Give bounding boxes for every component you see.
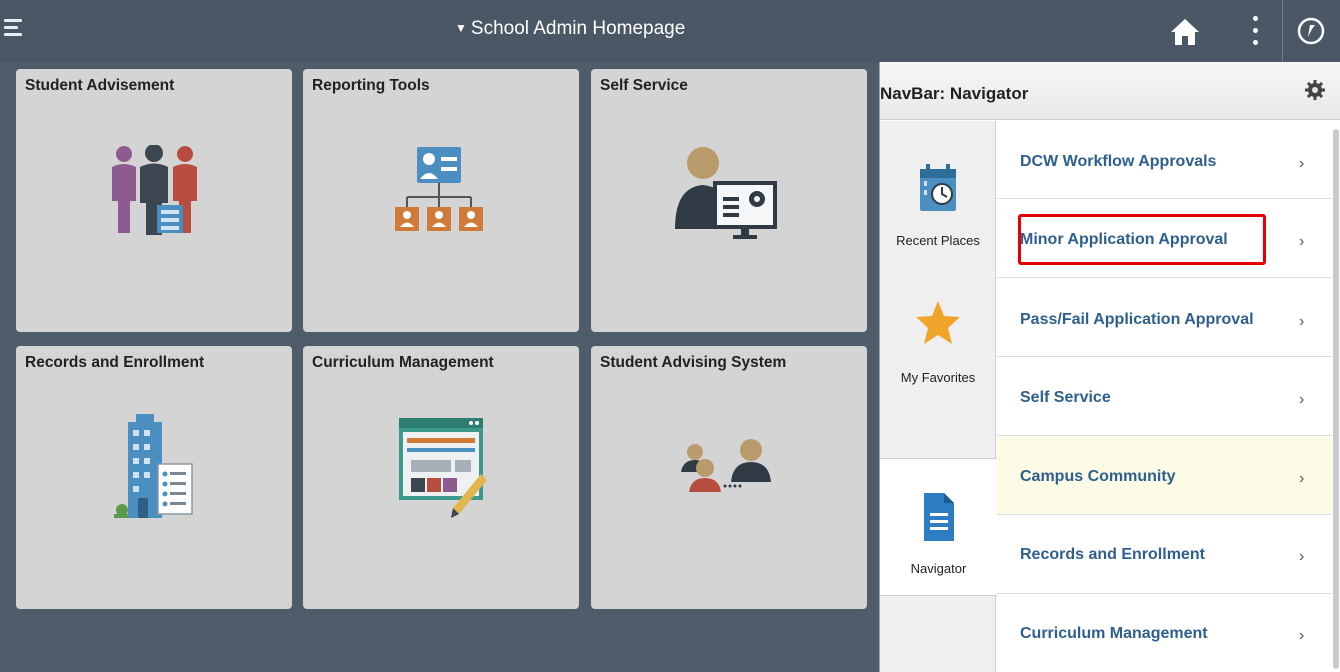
nav-item-label: DCW Workflow Approvals	[1020, 153, 1217, 170]
person-monitor-icon	[675, 147, 777, 239]
chevron-right-icon: ›	[1299, 391, 1305, 408]
nav-item-dcw-workflow-approvals[interactable]: DCW Workflow Approvals ›	[997, 121, 1332, 199]
chevron-right-icon: ›	[1299, 313, 1305, 330]
tile-self-service[interactable]: Self Service	[591, 69, 867, 332]
navbar-header: NavBar: Navigator	[880, 62, 1340, 120]
side-label: Recent Places	[896, 233, 980, 248]
building-document-icon	[114, 414, 193, 518]
chevron-right-icon: ›	[1299, 548, 1305, 565]
caret-down-icon: ▼	[455, 21, 467, 35]
tile-title: Student Advisement	[25, 77, 175, 94]
side-item-navigator[interactable]: Navigator	[880, 458, 997, 596]
org-chart-icon	[395, 147, 483, 231]
highlight-annotation-box	[1018, 214, 1266, 265]
tile-title: Self Service	[600, 77, 688, 94]
tile-curriculum-management[interactable]: Curriculum Management	[303, 346, 579, 609]
side-item-my-favorites[interactable]: My Favorites	[880, 280, 996, 458]
tile-reporting-tools[interactable]: Reporting Tools	[303, 69, 579, 332]
calendar-clock-icon	[920, 164, 956, 211]
tile-title: Records and Enrollment	[25, 354, 205, 371]
menu-icon[interactable]	[4, 14, 28, 42]
star-icon	[916, 301, 960, 344]
navbar-side-menu: Recent Places My Favorites Navigator	[880, 121, 997, 672]
side-label: Navigator	[910, 561, 967, 576]
nav-item-self-service[interactable]: Self Service ›	[997, 358, 1332, 436]
nav-item-label: Records and Enrollment	[1020, 546, 1205, 563]
document-icon	[924, 493, 954, 541]
nav-item-pass-fail-application-approval[interactable]: Pass/Fail Application Approval ›	[997, 279, 1332, 357]
gear-icon[interactable]	[1305, 80, 1325, 100]
navigator-list: DCW Workflow Approvals › Minor Applicati…	[997, 121, 1340, 672]
nav-item-label: Curriculum Management	[1020, 625, 1208, 642]
page-title: School Admin Homepage	[470, 18, 686, 39]
nav-item-campus-community[interactable]: Campus Community ›	[997, 437, 1332, 515]
nav-item-curriculum-management[interactable]: Curriculum Management ›	[997, 595, 1332, 672]
header-divider	[1282, 0, 1283, 62]
navigator-scrollbar[interactable]	[1333, 129, 1339, 669]
tile-title: Curriculum Management	[312, 354, 494, 371]
navbar-icon[interactable]	[1296, 16, 1326, 46]
chevron-right-icon: ›	[1299, 627, 1305, 644]
actions-list-icon[interactable]	[1248, 14, 1262, 48]
nav-item-label: Campus Community	[1020, 468, 1176, 485]
tile-student-advisement[interactable]: Student Advisement	[16, 69, 292, 332]
tile-records-and-enrollment[interactable]: Records and Enrollment	[16, 346, 292, 609]
people-group-icon	[112, 145, 197, 235]
chevron-right-icon: ›	[1299, 233, 1305, 250]
home-icon[interactable]	[1168, 16, 1202, 48]
page-title-dropdown[interactable]: ▼ School Admin Homepage	[455, 18, 685, 40]
navbar-panel: NavBar: Navigator Recent Places My Favor…	[879, 62, 1340, 672]
header-bar: ▼ School Admin Homepage	[0, 0, 1340, 62]
nav-item-label: Pass/Fail Application Approval	[1020, 311, 1254, 328]
side-item-recent-places[interactable]: Recent Places	[880, 121, 996, 280]
chevron-right-icon: ›	[1299, 155, 1305, 172]
side-label: My Favorites	[900, 370, 976, 385]
webpage-pencil-icon	[399, 418, 487, 518]
tile-student-advising-system[interactable]: Student Advising System	[591, 346, 867, 609]
navbar-title: NavBar: Navigator	[880, 84, 1029, 103]
tile-title: Student Advising System	[600, 354, 787, 371]
chevron-right-icon: ›	[1299, 470, 1305, 487]
tile-title: Reporting Tools	[312, 77, 430, 94]
two-people-connect-icon	[681, 439, 771, 492]
nav-item-records-and-enrollment[interactable]: Records and Enrollment ›	[997, 516, 1332, 594]
nav-item-label: Self Service	[1020, 389, 1111, 406]
